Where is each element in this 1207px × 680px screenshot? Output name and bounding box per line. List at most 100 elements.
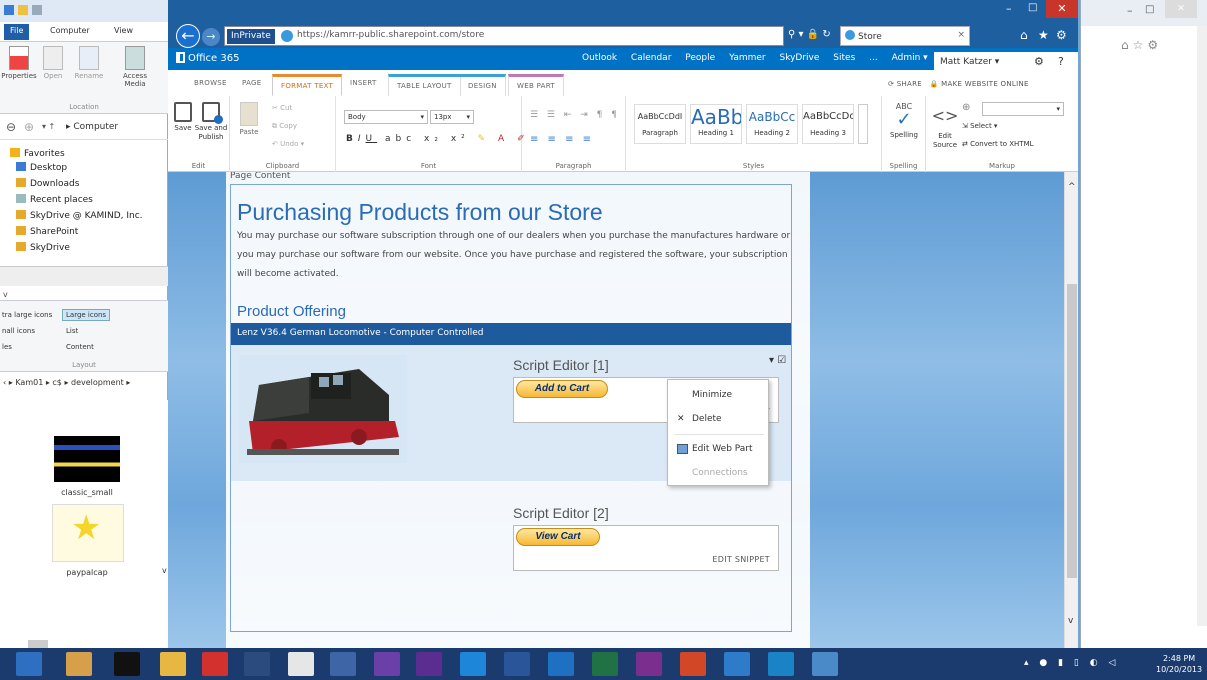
view-cart-button[interactable]: View Cart xyxy=(516,528,600,546)
close-window-button[interactable]: ✕ xyxy=(1046,0,1078,18)
edit-snippet-link[interactable]: EDIT SNIPPET xyxy=(712,555,770,564)
close-window-button[interactable]: ✕ xyxy=(1165,0,1197,18)
visual-studio-taskbar-icon[interactable] xyxy=(374,652,400,676)
alignment-buttons[interactable]: ≡ ≡ ≡ ≡ xyxy=(530,134,594,145)
taskbar-app-icon[interactable] xyxy=(114,652,140,676)
maximize-window-button[interactable]: □ xyxy=(1028,2,1037,13)
nav-outlook[interactable]: Outlook xyxy=(582,53,617,63)
help-icon[interactable]: ? xyxy=(1058,55,1064,68)
view-chevron-icon[interactable]: v xyxy=(3,290,8,299)
save-button[interactable]: Save xyxy=(172,102,194,133)
copy-button[interactable]: ⧉ Copy xyxy=(272,122,297,131)
favorites-star-icon[interactable]: ★ xyxy=(1038,28,1049,42)
nav-yammer[interactable]: Yammer xyxy=(729,53,766,63)
scroll-up-icon[interactable]: ^ xyxy=(1068,182,1076,192)
crumb-item[interactable]: development xyxy=(71,378,124,387)
system-tray[interactable]: ▴ ● ▮ ▯ ◐ ◁ xyxy=(1024,658,1119,668)
view-extra-large-icons[interactable]: tra large icons xyxy=(2,311,52,319)
address-path[interactable]: ▸ Computer xyxy=(66,122,118,132)
recent-chevron-icon[interactable]: ▾ ↑ xyxy=(42,122,55,131)
tree-item-skydrive-kamind[interactable]: SkyDrive @ KAMIND, Inc. xyxy=(16,210,143,221)
taskbar-clock[interactable]: 2:48 PM 10/20/2013 xyxy=(1156,653,1202,675)
menu-item-delete[interactable]: ✕ Delete xyxy=(668,414,768,424)
taskbar-app-icon[interactable] xyxy=(244,652,270,676)
crumb-item[interactable]: Kam01 xyxy=(15,378,43,387)
internet-explorer-taskbar-icon[interactable] xyxy=(460,652,486,676)
view-details[interactable]: les xyxy=(2,343,12,351)
word-taskbar-icon[interactable] xyxy=(504,652,530,676)
taskbar-app-icon[interactable] xyxy=(66,652,92,676)
back-arrow-icon[interactable]: ⊖ xyxy=(6,120,16,134)
font-family-select[interactable]: Body ▾ xyxy=(344,110,428,124)
share-button[interactable]: SHARE xyxy=(897,80,922,88)
explorer-breadcrumb[interactable]: ‹ ▸ Kam01 ▸ c$ ▸ development ▸ xyxy=(0,378,168,396)
cut-button[interactable]: ✂ Cut xyxy=(272,104,292,112)
style-heading-1[interactable]: AaBb Heading 1 xyxy=(690,104,742,144)
web-part-checkbox[interactable]: ▾ ☑ xyxy=(769,355,786,366)
tree-item-skydrive[interactable]: SkyDrive xyxy=(16,242,70,253)
maximize-window-button[interactable]: □ xyxy=(1145,4,1154,15)
spelling-button[interactable]: ABC ✓ Spelling xyxy=(886,102,922,140)
secondary-scrollbar[interactable] xyxy=(1197,26,1207,626)
onenote-taskbar-icon[interactable] xyxy=(636,652,662,676)
forward-arrow-icon[interactable]: ⊕ xyxy=(24,120,34,134)
styles-scroll-button[interactable] xyxy=(858,104,868,144)
minimize-window-button[interactable]: – xyxy=(1006,2,1012,15)
access-media-button[interactable]: Access Media xyxy=(116,46,154,88)
home-icon[interactable]: ⌂ xyxy=(1020,28,1028,42)
taskbar-app-icon[interactable] xyxy=(202,652,228,676)
tab-web-part[interactable]: WEB PART xyxy=(508,74,564,96)
convert-to-xhtml-button[interactable]: ⇄ Convert to XHTML xyxy=(962,140,1034,148)
powerpoint-taskbar-icon[interactable] xyxy=(680,652,706,676)
nav-admin[interactable]: Admin ▾ xyxy=(892,53,928,63)
tree-item-downloads[interactable]: Downloads xyxy=(16,178,79,189)
home-star-gear-icons[interactable]: ⌂☆⚙ xyxy=(1121,38,1162,52)
tab-table-layout[interactable]: TABLE LAYOUT xyxy=(388,74,461,96)
nav-skydrive[interactable]: SkyDrive xyxy=(779,53,819,63)
tab-file[interactable]: File xyxy=(4,24,30,40)
office365-logo[interactable]: Office 365 xyxy=(176,52,239,64)
save-and-publish-button[interactable]: Save and Publish xyxy=(194,102,228,142)
undo-button[interactable]: ↶ Undo ▾ xyxy=(272,140,304,148)
minimize-window-button[interactable]: – xyxy=(1127,4,1133,17)
open-button[interactable]: Open xyxy=(34,46,72,80)
tree-item-sharepoint[interactable]: SharePoint xyxy=(16,226,78,237)
taskbar-app-icon[interactable] xyxy=(724,652,750,676)
file-item-paypalcap[interactable]: ★ paypalcap xyxy=(52,504,124,577)
edit-source-button[interactable]: <> Edit Source xyxy=(930,102,960,150)
select-button[interactable]: ⇲ Select ▾ xyxy=(962,122,997,130)
taskbar-app-icon[interactable] xyxy=(812,652,838,676)
7zip-taskbar-icon[interactable] xyxy=(288,652,314,676)
view-small-icons[interactable]: nall icons xyxy=(2,327,35,335)
tab-computer[interactable]: Computer xyxy=(44,24,96,40)
excel-taskbar-icon[interactable] xyxy=(592,652,618,676)
quick-access-icon[interactable] xyxy=(32,5,42,15)
scroll-thumb[interactable] xyxy=(1067,284,1077,578)
script-editor-2-title[interactable]: Script Editor [2] xyxy=(513,505,609,521)
page-scrollbar[interactable]: ^ v xyxy=(1064,172,1078,648)
outlook-taskbar-icon[interactable] xyxy=(548,652,574,676)
tab-store[interactable]: Store × xyxy=(840,26,970,46)
lync-taskbar-icon[interactable] xyxy=(768,652,794,676)
view-content[interactable]: Content xyxy=(66,343,94,351)
favorites-node[interactable]: Favorites xyxy=(10,148,65,159)
nav-calendar[interactable]: Calendar xyxy=(631,53,671,63)
menu-item-edit-web-part[interactable]: Edit Web Part xyxy=(668,444,768,454)
file-item-classic-small[interactable]: classic_small xyxy=(52,436,122,497)
search-lock-refresh-icons[interactable]: ⚲ ▾ 🔒 ↻ xyxy=(788,29,831,40)
forward-button[interactable]: → xyxy=(202,28,220,46)
language-icon[interactable]: ⊕ xyxy=(962,102,970,113)
tree-item-recent-places[interactable]: Recent places xyxy=(16,194,93,205)
scroll-down-icon[interactable]: v xyxy=(1068,616,1073,626)
file-explorer-taskbar-icon[interactable] xyxy=(160,652,186,676)
paste-button[interactable]: Paste xyxy=(236,102,262,137)
style-heading-3[interactable]: AaBbCcDc Heading 3 xyxy=(802,104,854,144)
tab-browse[interactable]: BROWSE xyxy=(186,74,235,96)
make-website-online-button[interactable]: MAKE WEBSITE ONLINE xyxy=(941,80,1029,88)
crumb-item[interactable]: c$ xyxy=(52,378,62,387)
tab-design[interactable]: DESIGN xyxy=(460,74,506,96)
back-button[interactable]: ← xyxy=(176,24,200,48)
properties-button[interactable]: Properties xyxy=(0,46,38,80)
tab-format-text[interactable]: FORMAT TEXT xyxy=(272,74,343,96)
horizontal-scrollbar[interactable] xyxy=(28,640,48,648)
